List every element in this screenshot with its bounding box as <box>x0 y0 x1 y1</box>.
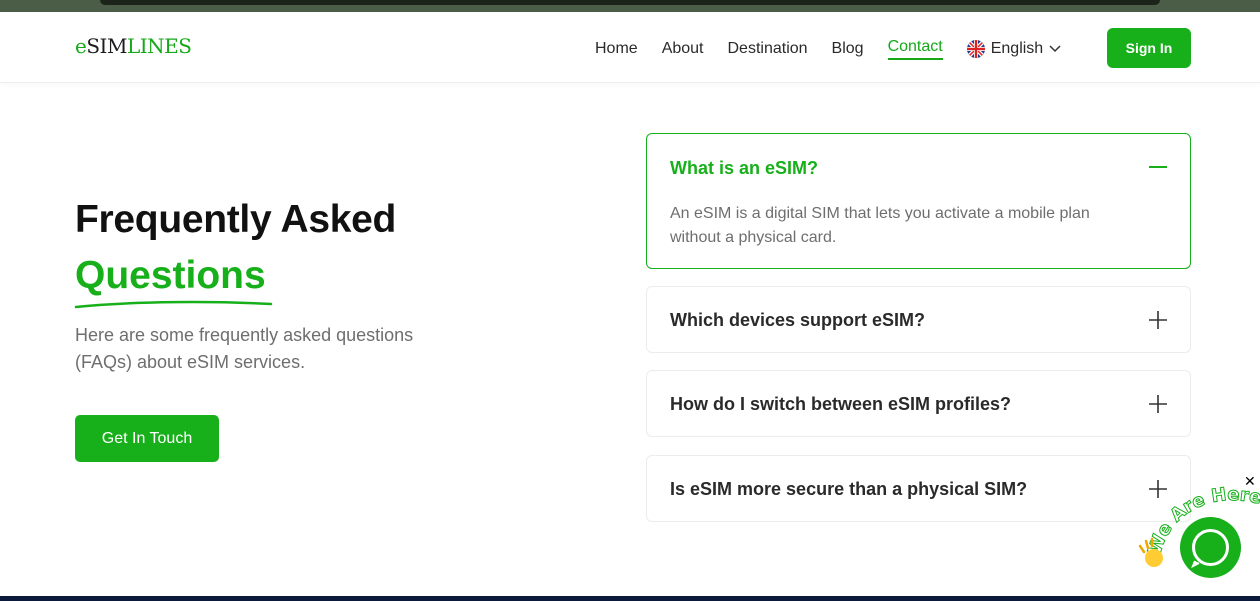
plus-icon[interactable] <box>1148 310 1168 330</box>
language-label: English <box>990 40 1044 57</box>
logo-e: e <box>75 34 87 58</box>
logo-sim: SIM <box>86 34 127 58</box>
faq-question[interactable]: Is eSIM more secure than a physical SIM? <box>670 479 1027 500</box>
plus-icon[interactable] <box>1148 394 1168 414</box>
faq-title-line1: Frequently Asked <box>75 198 397 241</box>
nav-about[interactable]: About <box>662 40 704 58</box>
faq-question[interactable]: What is an eSIM? <box>670 158 818 179</box>
uk-flag-icon <box>966 40 985 58</box>
close-icon[interactable]: ✕ <box>1244 473 1256 490</box>
navbar: eSIMLINES Home About Destination Blog Co… <box>0 12 1260 83</box>
nav-blog[interactable]: Blog <box>832 40 864 58</box>
faq-title-line2: Questions <box>75 254 266 297</box>
faq-answer: An eSIM is a digital SIM that lets you a… <box>670 205 1090 246</box>
faq-item-4[interactable]: Is eSIM more secure than a physical SIM? <box>646 455 1191 522</box>
minus-icon[interactable] <box>1148 157 1168 177</box>
chevron-down-icon <box>1049 40 1061 58</box>
faq-subtitle: Here are some frequently asked questions… <box>75 325 414 372</box>
logo[interactable]: eSIMLINES <box>75 34 192 58</box>
top-strip-inner <box>100 0 1160 5</box>
footer-strip <box>0 596 1260 601</box>
faq-item-3[interactable]: How do I switch between eSIM profiles? <box>646 370 1191 437</box>
sign-in-button[interactable]: Sign In <box>1107 28 1191 68</box>
get-in-touch-button[interactable]: Get In Touch <box>75 415 219 462</box>
faq-question[interactable]: Which devices support eSIM? <box>670 310 925 331</box>
nav-contact[interactable]: Contact <box>887 38 943 60</box>
chat-button[interactable] <box>1180 517 1241 578</box>
faq-item-2[interactable]: Which devices support eSIM? <box>646 286 1191 353</box>
logo-lines: LINES <box>126 34 192 58</box>
main-menu: Home About Destination Blog Contact Engl… <box>595 38 1061 60</box>
top-strip <box>0 0 1260 12</box>
nav-destination[interactable]: Destination <box>728 40 808 58</box>
faq-question[interactable]: How do I switch between eSIM profiles? <box>670 394 1011 415</box>
title-underline <box>74 300 273 309</box>
faq-item-1[interactable]: What is an eSIM? An eSIM is a digital SI… <box>646 133 1191 269</box>
chat-bubble-icon <box>1191 529 1229 569</box>
language-selector[interactable]: English <box>966 40 1061 58</box>
nav-home[interactable]: Home <box>595 40 638 58</box>
